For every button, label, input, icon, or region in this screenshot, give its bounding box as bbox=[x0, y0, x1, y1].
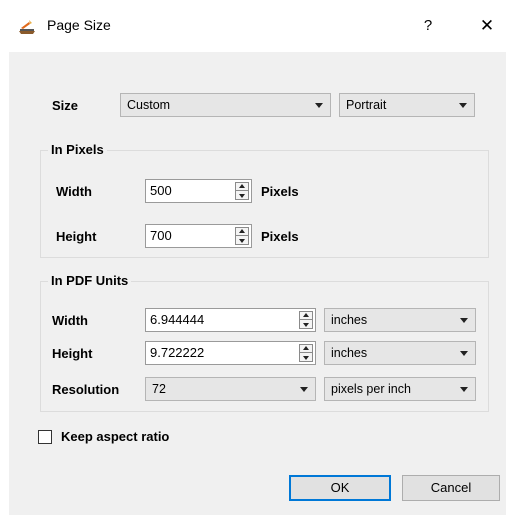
pdf-width-unit-value: inches bbox=[331, 313, 368, 327]
resolution-value: 72 bbox=[152, 382, 166, 396]
keep-aspect-label[interactable]: Keep aspect ratio bbox=[61, 429, 169, 444]
chevron-down-icon bbox=[460, 351, 468, 356]
window-title: Page Size bbox=[47, 17, 111, 33]
spin-arrows-icon[interactable] bbox=[235, 227, 249, 245]
chevron-down-icon bbox=[300, 387, 308, 392]
in-pixels-group-title: In Pixels bbox=[48, 142, 107, 157]
pixels-height-label: Height bbox=[56, 229, 97, 244]
pixels-width-unit: Pixels bbox=[261, 184, 299, 199]
pixels-width-label: Width bbox=[56, 184, 92, 199]
pdf-height-unit-combo[interactable]: inches bbox=[324, 341, 476, 365]
keep-aspect-checkbox[interactable] bbox=[38, 430, 52, 444]
chevron-down-icon bbox=[459, 103, 467, 108]
chevron-down-icon bbox=[460, 318, 468, 323]
pixels-width-spinbox[interactable]: 500 bbox=[145, 179, 252, 203]
pdf-width-label: Width bbox=[52, 313, 88, 328]
spin-arrows-icon[interactable] bbox=[235, 182, 249, 200]
pdf-height-value: 9.722222 bbox=[150, 345, 205, 360]
chevron-down-icon bbox=[460, 387, 468, 392]
pdf-height-spinbox[interactable]: 9.722222 bbox=[145, 341, 316, 365]
spin-arrows-icon[interactable] bbox=[299, 311, 313, 329]
chevron-down-icon bbox=[315, 103, 323, 108]
size-preset-combo[interactable]: Custom bbox=[120, 93, 331, 117]
resolution-unit-combo[interactable]: pixels per inch bbox=[324, 377, 476, 401]
pdf-width-value: 6.944444 bbox=[150, 312, 205, 327]
size-label: Size bbox=[52, 98, 79, 113]
close-button[interactable]: ✕ bbox=[470, 12, 504, 40]
in-pdf-units-group-title: In PDF Units bbox=[48, 273, 132, 288]
resolution-unit-value: pixels per inch bbox=[331, 382, 411, 396]
pixels-height-unit: Pixels bbox=[261, 229, 299, 244]
title-bar: Page Size ? ✕ bbox=[0, 0, 506, 52]
pixels-height-spinbox[interactable]: 700 bbox=[145, 224, 252, 248]
pixels-width-value: 500 bbox=[150, 183, 172, 198]
pdf-height-label: Height bbox=[52, 346, 93, 361]
spin-arrows-icon[interactable] bbox=[299, 344, 313, 362]
pdf-height-unit-value: inches bbox=[331, 346, 368, 360]
ok-button[interactable]: OK bbox=[289, 475, 391, 501]
help-button[interactable]: ? bbox=[410, 12, 446, 40]
orientation-value: Portrait bbox=[346, 98, 387, 112]
pdf-width-spinbox[interactable]: 6.944444 bbox=[145, 308, 316, 332]
pdf-width-unit-combo[interactable]: inches bbox=[324, 308, 476, 332]
resolution-label: Resolution bbox=[52, 382, 120, 397]
orientation-combo[interactable]: Portrait bbox=[339, 93, 475, 117]
app-icon bbox=[19, 20, 35, 34]
cancel-button[interactable]: Cancel bbox=[402, 475, 500, 501]
size-preset-value: Custom bbox=[127, 98, 171, 112]
resolution-combo[interactable]: 72 bbox=[145, 377, 316, 401]
pixels-height-value: 700 bbox=[150, 228, 172, 243]
